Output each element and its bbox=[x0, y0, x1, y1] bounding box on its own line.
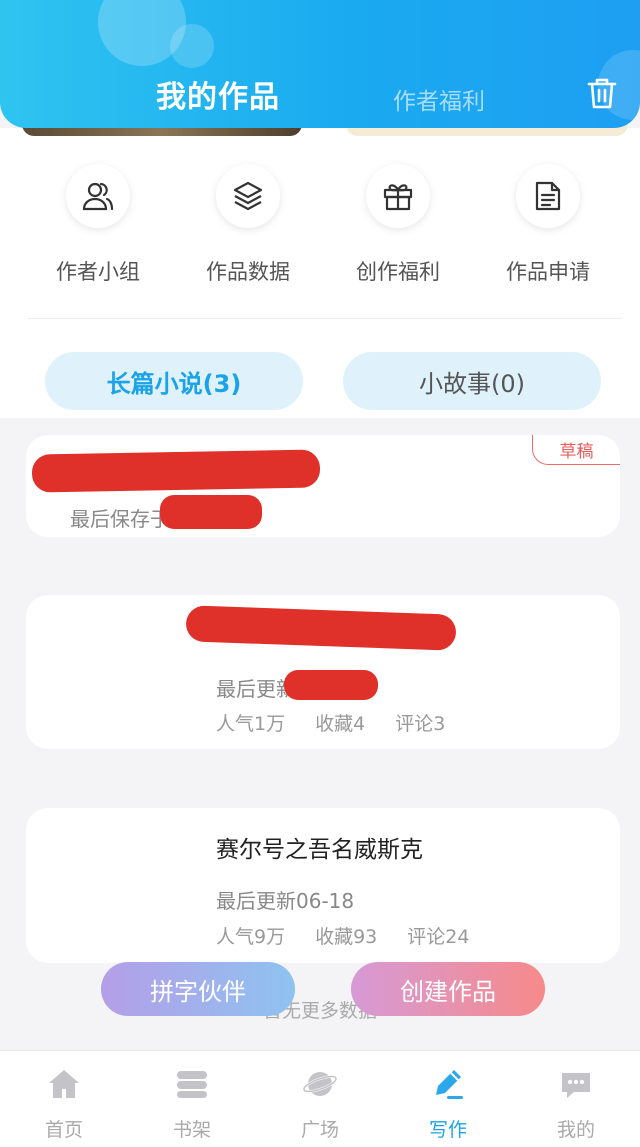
nav-label: 首页 bbox=[44, 1119, 83, 1141]
quick-work-application[interactable]: 作品申请 bbox=[498, 164, 598, 286]
redaction-mark bbox=[160, 495, 262, 529]
nav-bookshelf[interactable]: 书架 bbox=[128, 1051, 256, 1147]
planet-icon bbox=[302, 1072, 338, 1096]
work-stats: 人气9万 收藏93 评论24 bbox=[216, 922, 469, 949]
trash-icon[interactable] bbox=[586, 76, 618, 110]
nav-write[interactable]: 写作 bbox=[384, 1051, 512, 1147]
favorites-stat: 收藏93 bbox=[315, 926, 378, 948]
decor-bubble bbox=[170, 24, 214, 68]
tab-author-benefits[interactable]: 作者福利 bbox=[393, 82, 485, 116]
popularity-stat: 人气1万 bbox=[216, 713, 286, 735]
quick-author-group[interactable]: 作者小组 bbox=[48, 164, 148, 286]
pen-icon bbox=[436, 1070, 463, 1099]
quick-work-data[interactable]: 作品数据 bbox=[198, 164, 298, 286]
work-title: 赛尔号之吾名威斯克 bbox=[216, 837, 423, 863]
popularity-stat: 人气9万 bbox=[216, 926, 286, 948]
quick-action-label: 作者小组 bbox=[56, 260, 140, 284]
tab-my-works[interactable]: 我的作品 bbox=[156, 72, 280, 116]
document-icon bbox=[535, 181, 561, 211]
nav-square[interactable]: 广场 bbox=[256, 1051, 384, 1147]
nav-mine[interactable]: 我的 bbox=[512, 1051, 640, 1147]
bookshelf-icon bbox=[177, 1071, 207, 1098]
last-saved-text: 最后保存于 bbox=[70, 507, 170, 531]
no-more-data-text: 暂无更多数据 bbox=[262, 1000, 377, 1022]
home-icon bbox=[49, 1070, 79, 1098]
quick-creation-benefits[interactable]: 创作福利 bbox=[348, 164, 448, 286]
layers-icon bbox=[233, 181, 263, 211]
redaction-mark bbox=[31, 449, 321, 493]
writing-partner-button[interactable]: 拼字伙伴 bbox=[101, 962, 295, 1016]
bottom-nav: 首页 书架 广场 写作 我的 bbox=[0, 1050, 640, 1147]
comments-stat: 评论24 bbox=[407, 926, 470, 948]
create-work-button[interactable]: 创建作品 bbox=[351, 962, 545, 1016]
people-icon bbox=[82, 182, 114, 211]
favorites-stat: 收藏4 bbox=[315, 713, 366, 735]
tab-short-story[interactable]: 小故事(0) bbox=[343, 352, 601, 410]
redaction-mark bbox=[284, 670, 378, 700]
work-stats: 人气1万 收藏4 评论3 bbox=[216, 709, 445, 736]
last-updated-text: 最后更新06-18 bbox=[216, 889, 355, 913]
top-header: 我的作品 作者福利 bbox=[0, 0, 640, 128]
comments-stat: 评论3 bbox=[395, 713, 446, 735]
tab-long-novel[interactable]: 长篇小说(3) bbox=[45, 352, 303, 410]
divider bbox=[28, 318, 622, 319]
nav-label: 写作 bbox=[428, 1119, 467, 1141]
quick-action-label: 作品数据 bbox=[206, 260, 290, 284]
nav-label: 我的 bbox=[556, 1119, 595, 1141]
nav-label: 书架 bbox=[172, 1119, 211, 1141]
gift-icon bbox=[383, 184, 413, 211]
quick-action-label: 作品申请 bbox=[506, 260, 590, 284]
draft-badge: 草稿 bbox=[532, 435, 620, 465]
work-card[interactable]: 赛尔号之吾名威斯克 最后更新06-18 人气9万 收藏93 评论24 bbox=[26, 808, 620, 963]
nav-home[interactable]: 首页 bbox=[0, 1051, 128, 1147]
quick-action-label: 创作福利 bbox=[356, 260, 440, 284]
chat-icon bbox=[562, 1073, 590, 1098]
nav-label: 广场 bbox=[300, 1119, 339, 1141]
